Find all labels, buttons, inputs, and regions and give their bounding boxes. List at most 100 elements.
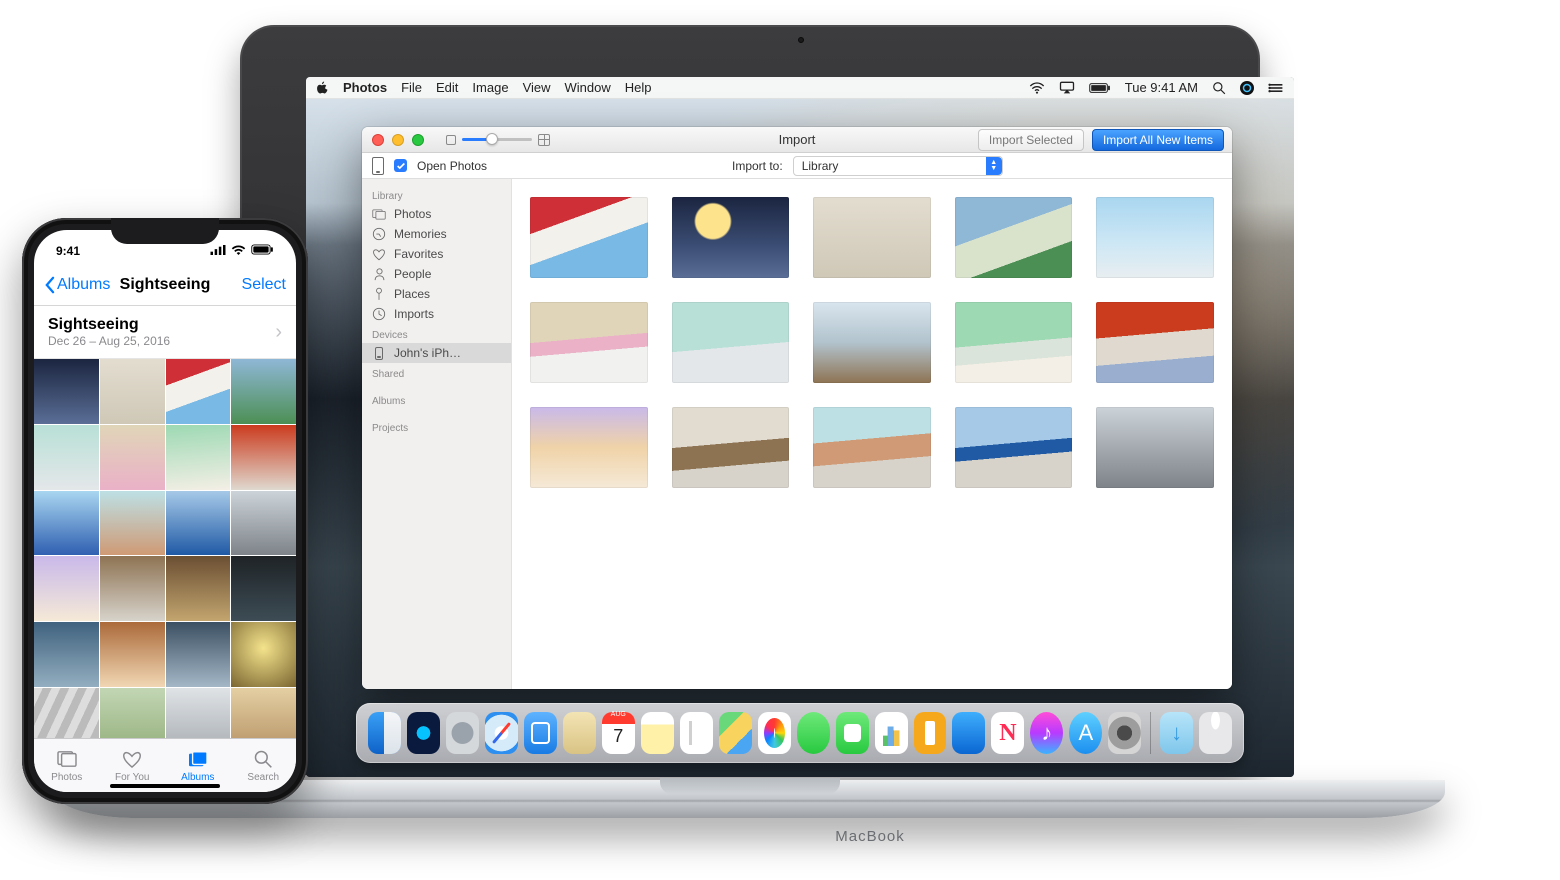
dock-itunes-icon[interactable] <box>1030 712 1063 754</box>
sidebar-item-memories[interactable]: Memories <box>362 224 511 244</box>
photo-thumbnail[interactable] <box>231 688 296 738</box>
siri-icon[interactable] <box>1240 81 1254 95</box>
photo-thumbnail[interactable] <box>100 688 165 738</box>
menu-image[interactable]: Image <box>472 80 508 95</box>
dock-appstore-icon[interactable] <box>1069 712 1102 754</box>
photo-thumbnail[interactable] <box>100 556 165 621</box>
close-button[interactable] <box>372 134 384 146</box>
dock-photos-icon[interactable] <box>758 712 791 754</box>
dock-messages-icon[interactable] <box>797 712 830 754</box>
photos-icon <box>372 207 386 221</box>
thumbnail-size-slider[interactable] <box>446 134 550 146</box>
import-selected-button[interactable]: Import Selected <box>978 129 1084 151</box>
select-button[interactable]: Select <box>242 276 286 294</box>
sidebar-item-favorites[interactable]: Favorites <box>362 244 511 264</box>
dock-contacts-icon[interactable] <box>563 712 596 754</box>
dock-reminders-icon[interactable] <box>680 712 713 754</box>
dock-keynote-icon[interactable] <box>952 712 985 754</box>
import-thumbnail[interactable] <box>813 302 931 383</box>
app-menu[interactable]: Photos <box>343 80 387 95</box>
dock-facetime-icon[interactable] <box>836 712 869 754</box>
dock-pages-icon[interactable] <box>914 712 947 754</box>
wifi-icon[interactable] <box>1029 82 1045 94</box>
back-button[interactable]: Albums <box>44 276 110 294</box>
sidebar-item-places[interactable]: Places <box>362 284 511 304</box>
import-thumbnail[interactable] <box>672 197 790 278</box>
menu-window[interactable]: Window <box>565 80 611 95</box>
photo-thumbnail[interactable] <box>166 425 231 490</box>
menu-help[interactable]: Help <box>625 80 652 95</box>
import-thumbnail[interactable] <box>955 197 1073 278</box>
import-thumbnail[interactable] <box>955 302 1073 383</box>
sidebar-item-device[interactable]: John's iPh… <box>362 343 511 363</box>
dock-calendar-icon[interactable]: AUG7 <box>602 712 635 754</box>
dock-siri-icon[interactable] <box>407 712 440 754</box>
home-indicator[interactable] <box>110 784 220 788</box>
photo-thumbnail[interactable] <box>231 359 296 424</box>
battery-icon[interactable] <box>1089 82 1111 94</box>
dock-mail-icon[interactable] <box>524 712 557 754</box>
sidebar-item-people[interactable]: People <box>362 264 511 284</box>
import-thumbnail[interactable] <box>1096 197 1214 278</box>
import-thumbnail[interactable] <box>672 302 790 383</box>
dock-trash-icon[interactable] <box>1199 712 1232 754</box>
photo-thumbnail[interactable] <box>166 622 231 687</box>
menu-edit[interactable]: Edit <box>436 80 458 95</box>
notification-center-icon[interactable] <box>1268 82 1284 94</box>
photo-thumbnail[interactable] <box>166 556 231 621</box>
photo-thumbnail[interactable] <box>166 491 231 556</box>
photo-thumbnail[interactable] <box>34 359 99 424</box>
photo-thumbnail[interactable] <box>34 425 99 490</box>
minimize-button[interactable] <box>392 134 404 146</box>
photo-thumbnail[interactable] <box>34 688 99 738</box>
import-to-select[interactable]: Library ▲▼ <box>793 156 1003 176</box>
photo-thumbnail[interactable] <box>100 622 165 687</box>
dock-maps-icon[interactable] <box>719 712 752 754</box>
photo-thumbnail[interactable] <box>231 622 296 687</box>
photo-thumbnail[interactable] <box>100 425 165 490</box>
photo-thumbnail[interactable] <box>231 491 296 556</box>
sidebar-item-photos[interactable]: Photos <box>362 204 511 224</box>
tab-search[interactable]: Search <box>231 739 297 792</box>
dock-news-icon[interactable] <box>991 712 1024 754</box>
sidebar-item-imports[interactable]: Imports <box>362 304 511 324</box>
menu-file[interactable]: File <box>401 80 422 95</box>
photo-thumbnail[interactable] <box>34 491 99 556</box>
dock-finder-icon[interactable] <box>368 712 401 754</box>
dock-systempreferences-icon[interactable] <box>1108 712 1141 754</box>
import-thumbnail[interactable] <box>1096 302 1214 383</box>
import-thumbnail[interactable] <box>1096 407 1214 488</box>
menu-view[interactable]: View <box>523 80 551 95</box>
menubar-time[interactable]: Tue 9:41 AM <box>1125 80 1198 95</box>
open-photos-checkbox[interactable] <box>394 159 407 172</box>
photo-thumbnail[interactable] <box>231 556 296 621</box>
import-thumbnail[interactable] <box>813 197 931 278</box>
album-header-row[interactable]: Sightseeing Dec 26 – Aug 25, 2016 › <box>34 306 296 359</box>
dock-safari-icon[interactable] <box>485 712 518 754</box>
photo-thumbnail[interactable] <box>231 425 296 490</box>
spotlight-icon[interactable] <box>1212 81 1226 95</box>
dock-launchpad-icon[interactable] <box>446 712 479 754</box>
photo-thumbnail[interactable] <box>166 688 231 738</box>
import-thumbnail[interactable] <box>530 197 648 278</box>
zoom-button[interactable] <box>412 134 424 146</box>
import-thumbnail[interactable] <box>813 407 931 488</box>
import-thumbnail[interactable] <box>672 407 790 488</box>
tab-photos[interactable]: Photos <box>34 739 100 792</box>
import-thumbnail[interactable] <box>530 302 648 383</box>
apple-menu-icon[interactable] <box>316 81 329 94</box>
import-thumbnail[interactable] <box>955 407 1073 488</box>
dock-numbers-icon[interactable] <box>875 712 908 754</box>
photo-thumbnail[interactable] <box>100 491 165 556</box>
dock-notes-icon[interactable] <box>641 712 674 754</box>
photo-thumbnail[interactable] <box>166 359 231 424</box>
photo-thumbnail[interactable] <box>100 359 165 424</box>
airplay-icon[interactable] <box>1059 81 1075 94</box>
photo-thumbnail[interactable] <box>34 556 99 621</box>
import-thumbnail[interactable] <box>530 407 648 488</box>
dock-downloads-icon[interactable] <box>1160 712 1193 754</box>
window-titlebar[interactable]: Import Import Selected Import All New It… <box>362 127 1232 153</box>
photo-thumbnail[interactable] <box>34 622 99 687</box>
slider-knob[interactable] <box>486 133 498 145</box>
import-all-button[interactable]: Import All New Items <box>1092 129 1224 151</box>
